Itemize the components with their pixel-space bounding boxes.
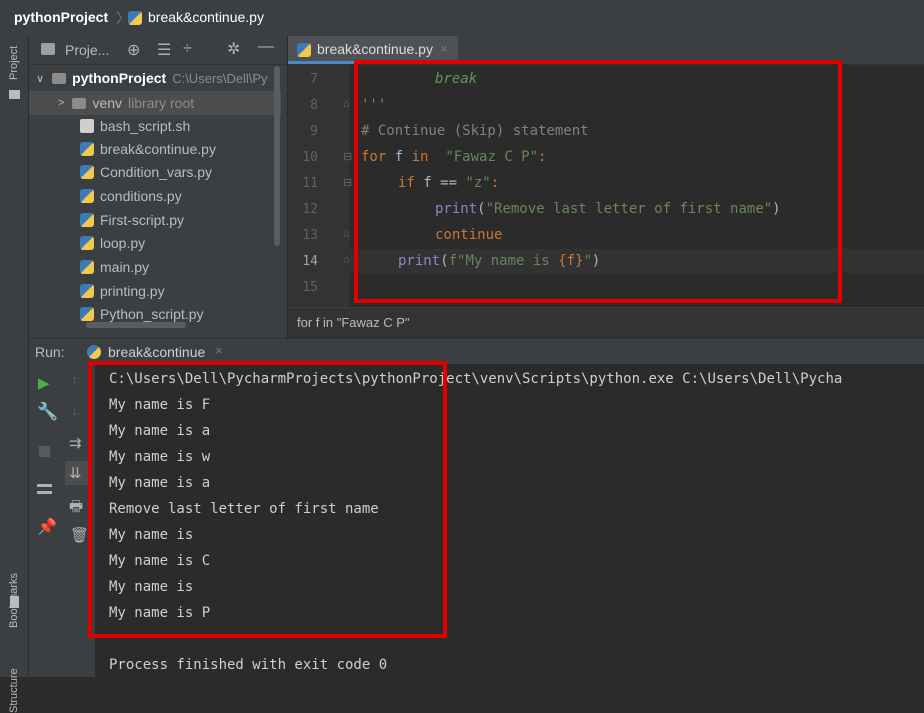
line-number: 13: [302, 228, 318, 243]
project-hscrollbar[interactable]: [86, 322, 186, 328]
fold-marker-icon[interactable]: ⊟: [343, 150, 352, 163]
shell-script-icon: [80, 119, 94, 133]
tree-item-file[interactable]: Condition_vars.py: [80, 161, 212, 183]
line-number: 15: [302, 280, 318, 295]
python-file-icon: [80, 165, 94, 179]
fold-marker-icon[interactable]: ⌂: [343, 98, 350, 110]
folder-icon: [9, 90, 20, 99]
line-number: 11: [302, 176, 318, 191]
tree-root-name: pythonProject: [72, 70, 167, 86]
chevron-right-icon: >: [58, 97, 65, 109]
project-scrollbar[interactable]: [274, 66, 280, 246]
stop-icon[interactable]: [39, 446, 50, 457]
file-name: conditions.py: [100, 188, 182, 204]
file-name: Condition_vars.py: [100, 164, 213, 180]
fold-marker-icon[interactable]: ⊟: [343, 176, 352, 189]
output-highlight-box: [88, 361, 447, 638]
venv-label: venv: [92, 95, 123, 111]
close-icon[interactable]: ×: [440, 41, 448, 56]
file-name: printing.py: [100, 283, 165, 299]
trash-icon[interactable]: 🗑: [70, 526, 89, 544]
tree-root-project[interactable]: ∨ pythonProject C:\Users\Dell\Py: [36, 67, 268, 89]
python-file-icon: [80, 213, 94, 227]
run-tab-label[interactable]: break&continue: [108, 344, 205, 360]
tree-item-file[interactable]: bash_script.sh: [80, 115, 190, 137]
python-file-icon: [80, 307, 94, 321]
editor-breadcrumb[interactable]: for f in "Fawaz C P": [297, 315, 410, 330]
line-number: 14: [302, 254, 318, 269]
expand-all-icon[interactable]: ☰: [157, 40, 171, 60]
line-number: 8: [310, 98, 318, 113]
file-name: First-script.py: [100, 212, 184, 228]
line-number: 7: [310, 72, 318, 87]
line-number: 10: [302, 150, 318, 165]
fold-marker-icon[interactable]: ⌂: [343, 228, 350, 240]
gear-icon[interactable]: ✲: [227, 39, 240, 59]
line-number: 12: [302, 202, 318, 217]
tree-root-path: C:\Users\Dell\Py: [172, 70, 268, 86]
file-name: loop.py: [100, 235, 146, 251]
project-panel-header: Proje... ⊕ ☰ ÷ ✲ —: [29, 36, 287, 65]
left-tool-strip: Project Bookmarks Structure: [0, 36, 29, 713]
python-run-icon: [87, 345, 101, 359]
breadcrumb-file[interactable]: break&continue.py: [148, 9, 264, 25]
file-name: Python_script.py: [100, 306, 204, 322]
bookmark-icon: [10, 596, 19, 608]
tree-item-file[interactable]: break&continue.py: [80, 138, 216, 160]
folder-icon: [72, 97, 87, 109]
chevron-down-icon: ∨: [36, 72, 45, 85]
tree-item-venv[interactable]: > venv library root: [58, 92, 194, 114]
pin-icon[interactable]: 📌: [37, 517, 57, 537]
scroll-to-end-icon: ⇊: [69, 465, 82, 482]
tree-item-file[interactable]: loop.py: [80, 232, 145, 254]
tree-item-file[interactable]: printing.py: [80, 280, 165, 302]
editor-breadcrumb-bar: for f in "Fawaz C P": [288, 307, 924, 338]
tree-item-file[interactable]: First-script.py: [80, 209, 184, 231]
python-file-icon: [297, 43, 311, 57]
editor-tab-label: break&continue.py: [317, 41, 433, 57]
soft-wrap-icon[interactable]: ⇉: [69, 434, 82, 452]
hide-panel-icon[interactable]: —: [258, 38, 274, 56]
python-file-icon: [128, 11, 142, 25]
project-view-icon: [41, 43, 55, 55]
fold-marker-icon[interactable]: ⌂: [343, 254, 350, 266]
python-file-icon: [80, 284, 94, 298]
file-name: break&continue.py: [100, 141, 216, 157]
print-icon[interactable]: 🖶: [69, 496, 83, 521]
venv-note: library root: [128, 95, 195, 111]
breadcrumb-project[interactable]: pythonProject: [14, 9, 108, 25]
locate-target-icon[interactable]: ⊕: [127, 40, 140, 60]
run-toolbar-primary: ▶ 🔧 📌: [29, 364, 61, 677]
project-tool-tab[interactable]: Project: [8, 46, 20, 80]
python-file-icon: [80, 189, 94, 203]
code-highlight-box: [354, 60, 842, 303]
structure-tool-tab[interactable]: Structure: [8, 668, 20, 713]
run-label: Run:: [35, 344, 65, 360]
tree-item-file[interactable]: conditions.py: [80, 185, 182, 207]
wrench-icon[interactable]: 🔧: [37, 402, 58, 422]
project-view-title[interactable]: Proje...: [65, 42, 109, 58]
console-exit-line: Process finished with exit code 0: [109, 657, 388, 673]
collapse-all-icon[interactable]: ÷: [183, 40, 192, 58]
folder-icon: [52, 72, 67, 84]
tree-item-file[interactable]: main.py: [80, 256, 149, 278]
python-file-icon: [80, 142, 94, 156]
file-name: bash_script.sh: [100, 118, 191, 134]
python-file-icon: [80, 236, 94, 250]
arrow-up-icon[interactable]: ↑: [71, 372, 79, 389]
file-name: main.py: [100, 259, 150, 275]
run-icon[interactable]: ▶: [38, 374, 50, 392]
arrow-down-icon[interactable]: ↓: [71, 402, 79, 419]
line-number: 9: [310, 124, 318, 139]
navigation-bar: pythonProject 〉 break&continue.py: [0, 0, 924, 37]
close-icon[interactable]: ×: [215, 343, 223, 358]
layout-icon[interactable]: [37, 484, 52, 494]
python-file-icon: [80, 260, 94, 274]
